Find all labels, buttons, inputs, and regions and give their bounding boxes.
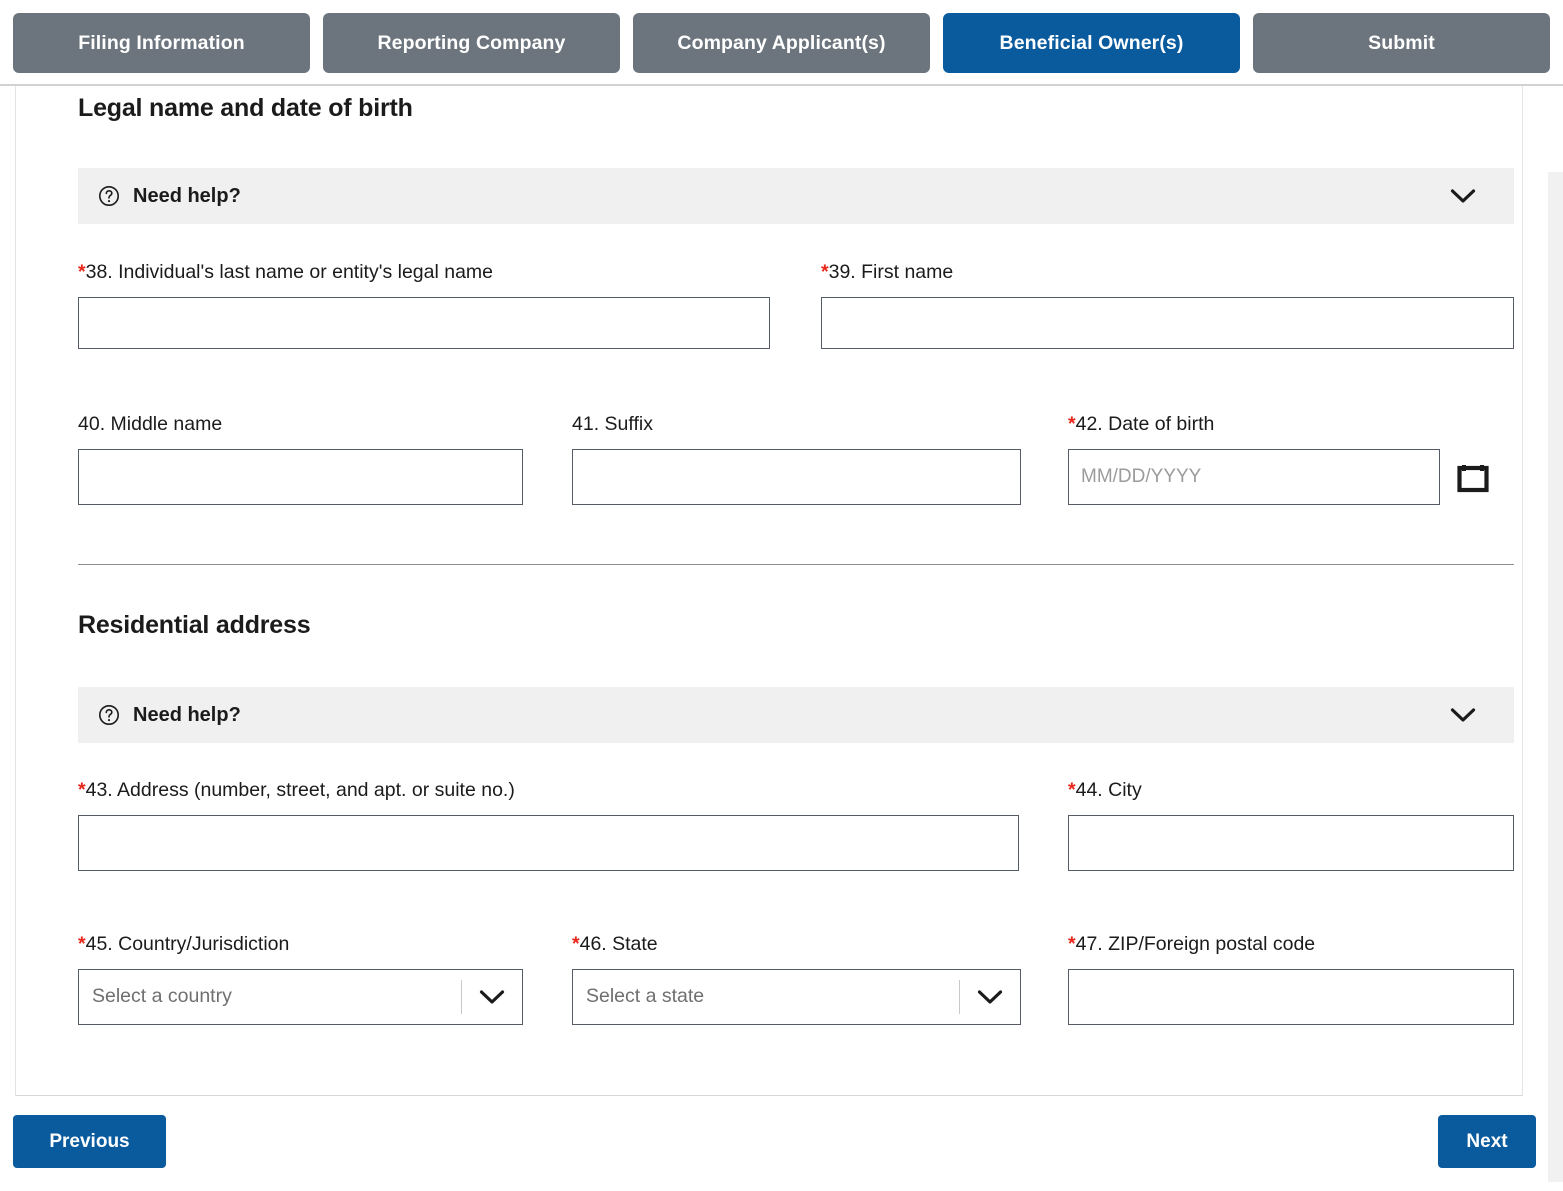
label-date-of-birth: *42. Date of birth bbox=[1068, 413, 1514, 435]
field-state: *46. State Select a state bbox=[572, 933, 1021, 1025]
label-text-47: 47. ZIP/Foreign postal code bbox=[1075, 933, 1316, 955]
chevron-down-icon[interactable] bbox=[462, 989, 522, 1005]
label-text-44: 44. City bbox=[1075, 779, 1142, 801]
input-first-name[interactable] bbox=[821, 296, 1514, 349]
label-last-name: *38. Individual's last name or entity's … bbox=[78, 261, 770, 283]
label-text-39: 39. First name bbox=[828, 261, 954, 283]
required-marker-47: * bbox=[1068, 933, 1076, 955]
previous-button[interactable]: Previous bbox=[13, 1115, 166, 1168]
section-title-legal-name: Legal name and date of birth bbox=[78, 94, 413, 122]
tab-filing-information[interactable]: Filing Information bbox=[13, 13, 310, 73]
input-address[interactable] bbox=[78, 814, 1019, 871]
input-last-name[interactable] bbox=[78, 296, 770, 349]
label-text-41: 41. Suffix bbox=[572, 413, 653, 435]
date-of-birth-control bbox=[1068, 448, 1514, 505]
label-address: *43. Address (number, street, and apt. o… bbox=[78, 779, 1019, 801]
required-marker-44: * bbox=[1068, 779, 1076, 801]
label-zip: *47. ZIP/Foreign postal code bbox=[1068, 933, 1514, 955]
input-city[interactable] bbox=[1068, 814, 1514, 871]
step-tab-bar: Filing Information Reporting Company Com… bbox=[13, 13, 1550, 73]
label-text-43: 43. Address (number, street, and apt. or… bbox=[85, 779, 515, 801]
input-middle-name[interactable] bbox=[78, 448, 523, 505]
label-middle-name: 40. Middle name bbox=[78, 413, 523, 435]
form-scroll-area: Legal name and date of birth Need help? bbox=[0, 84, 1563, 1182]
label-text-40: 40. Middle name bbox=[78, 413, 223, 435]
input-zip[interactable] bbox=[1068, 968, 1514, 1025]
field-first-name: *39. First name bbox=[821, 261, 1514, 349]
field-date-of-birth: *42. Date of birth bbox=[1068, 413, 1514, 505]
section-title-residential-address: Residential address bbox=[78, 611, 311, 639]
required-marker-42: * bbox=[1068, 413, 1076, 435]
label-text-46: 46. State bbox=[579, 933, 658, 955]
label-text-45: 45. Country/Jurisdiction bbox=[85, 933, 290, 955]
chevron-down-icon[interactable] bbox=[1450, 188, 1476, 204]
need-help-accordion-legal-name[interactable]: Need help? bbox=[78, 168, 1514, 224]
select-country[interactable]: Select a country bbox=[78, 968, 523, 1025]
required-marker-43: * bbox=[78, 779, 86, 801]
field-city: *44. City bbox=[1068, 779, 1514, 871]
section-divider bbox=[78, 564, 1514, 565]
chevron-down-icon[interactable] bbox=[1450, 707, 1476, 723]
tab-company-applicants[interactable]: Company Applicant(s) bbox=[633, 13, 930, 73]
required-marker-46: * bbox=[572, 933, 580, 955]
label-text-42: 42. Date of birth bbox=[1075, 413, 1215, 435]
vertical-scrollbar[interactable] bbox=[1548, 172, 1563, 1182]
field-address: *43. Address (number, street, and apt. o… bbox=[78, 779, 1019, 871]
next-button[interactable]: Next bbox=[1438, 1115, 1536, 1168]
required-marker-45: * bbox=[78, 933, 86, 955]
need-help-label-legal-name: Need help? bbox=[133, 184, 241, 207]
required-marker-38: * bbox=[78, 261, 86, 283]
calendar-icon[interactable] bbox=[1456, 460, 1490, 494]
label-suffix: 41. Suffix bbox=[572, 413, 1021, 435]
field-zip: *47. ZIP/Foreign postal code bbox=[1068, 933, 1514, 1025]
scrollbar-thumb[interactable] bbox=[1549, 172, 1563, 1182]
need-help-label-residential-address: Need help? bbox=[133, 703, 241, 726]
field-middle-name: 40. Middle name bbox=[78, 413, 523, 505]
label-state: *46. State bbox=[572, 933, 1021, 955]
need-help-accordion-residential-address[interactable]: Need help? bbox=[78, 687, 1514, 743]
tab-submit[interactable]: Submit bbox=[1253, 13, 1550, 73]
select-state-value: Select a state bbox=[586, 985, 705, 1007]
tab-reporting-company[interactable]: Reporting Company bbox=[323, 13, 620, 73]
select-country-value: Select a country bbox=[92, 985, 232, 1007]
tab-beneficial-owners[interactable]: Beneficial Owner(s) bbox=[943, 13, 1240, 73]
label-country: *45. Country/Jurisdiction bbox=[78, 933, 523, 955]
question-circle-icon bbox=[98, 185, 120, 207]
chevron-down-icon[interactable] bbox=[960, 989, 1020, 1005]
question-circle-icon bbox=[98, 704, 120, 726]
field-country: *45. Country/Jurisdiction Select a count… bbox=[78, 933, 523, 1025]
field-suffix: 41. Suffix bbox=[572, 413, 1021, 505]
form-card: Legal name and date of birth Need help? bbox=[15, 86, 1523, 1096]
field-last-name: *38. Individual's last name or entity's … bbox=[78, 261, 770, 349]
required-marker-39: * bbox=[821, 261, 829, 283]
label-first-name: *39. First name bbox=[821, 261, 1514, 283]
input-suffix[interactable] bbox=[572, 448, 1021, 505]
label-city: *44. City bbox=[1068, 779, 1514, 801]
label-text-38: 38. Individual's last name or entity's l… bbox=[85, 261, 494, 283]
input-date-of-birth[interactable] bbox=[1068, 448, 1440, 505]
select-state[interactable]: Select a state bbox=[572, 968, 1021, 1025]
